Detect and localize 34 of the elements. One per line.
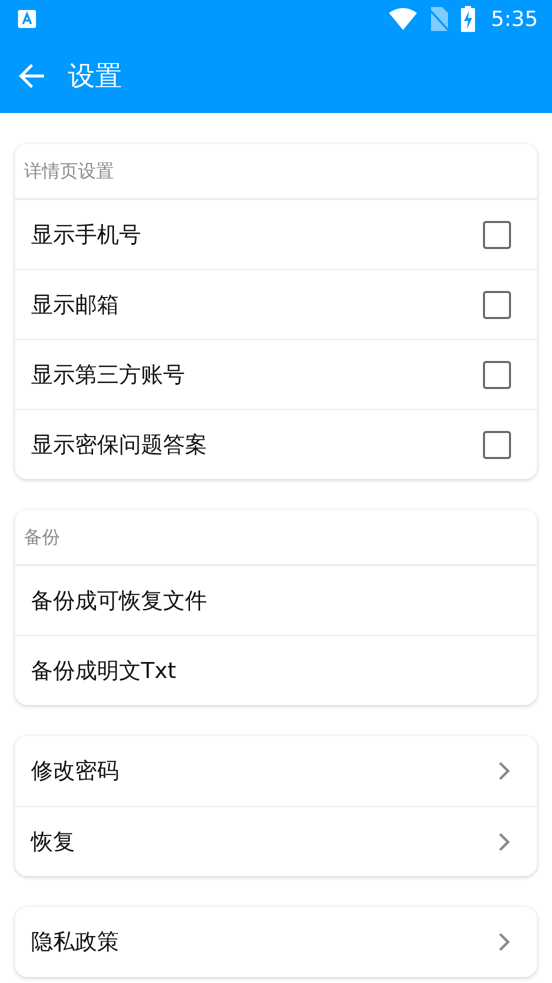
settings-item[interactable]: 恢复 [15, 806, 537, 876]
status-time: 5:35 [490, 7, 538, 31]
settings-item[interactable]: 显示密保问题答案 [15, 409, 537, 479]
item-label: 显示手机号 [31, 222, 141, 250]
item-label: 显示邮箱 [31, 292, 119, 320]
settings-item[interactable]: 修改密码 [15, 736, 537, 806]
wifi-icon [388, 8, 417, 30]
back-button[interactable] [18, 62, 46, 90]
settings-item[interactable]: 显示邮箱 [15, 269, 537, 339]
item-label: 显示第三方账号 [31, 362, 185, 390]
battery-charging-icon [460, 6, 475, 32]
no-sim-icon [428, 7, 449, 31]
chevron-icon [497, 830, 511, 852]
item-label: 修改密码 [31, 758, 119, 786]
settings-item[interactable]: 隐私政策 [15, 907, 537, 977]
settings-item[interactable]: 备份成明文Txt [15, 635, 537, 705]
section-header: 备份 [24, 526, 60, 549]
item-label: 显示密保问题答案 [31, 432, 207, 460]
checkbox[interactable] [483, 360, 511, 388]
checkbox[interactable] [483, 220, 511, 248]
app-notification-icon [18, 10, 36, 28]
page-title: 设置 [68, 60, 122, 94]
settings-item[interactable]: 显示手机号 [15, 199, 537, 269]
checkbox[interactable] [483, 290, 511, 318]
section-header: 详情页设置 [24, 160, 114, 183]
item-label: 隐私政策 [31, 929, 119, 957]
item-label: 备份成可恢复文件 [31, 588, 207, 616]
chevron-icon [497, 931, 511, 953]
chevron-icon [497, 760, 511, 782]
settings-item[interactable]: 备份成可恢复文件 [15, 565, 537, 635]
settings-item[interactable]: 显示第三方账号 [15, 339, 537, 409]
item-label: 备份成明文Txt [31, 658, 176, 686]
checkbox[interactable] [483, 430, 511, 458]
item-label: 恢复 [31, 828, 75, 856]
